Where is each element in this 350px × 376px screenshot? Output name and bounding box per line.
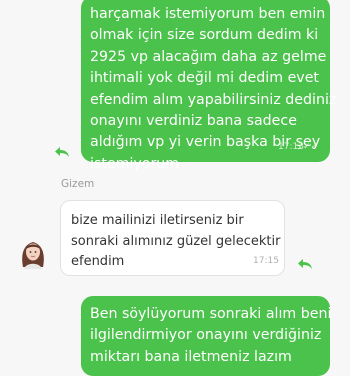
sender-name: Gizem — [61, 178, 95, 190]
double-check-icon: ✓✓ — [303, 142, 319, 152]
agent-avatar — [18, 237, 48, 269]
message-timestamp: 17:13 — [278, 142, 304, 152]
reply-arrow-svg — [298, 259, 312, 269]
reply-arrow-icon[interactable] — [55, 146, 69, 161]
message-text: bize mailinizi iletirseniz bir sonraki a… — [71, 213, 281, 269]
message-timestamp: 17:15 — [253, 256, 279, 266]
incoming-message-bubble: bize mailinizi iletirseniz bir sonraki a… — [60, 200, 285, 276]
outgoing-message-bubble: Ben söylüyorum sonraki alım beni ilgilen… — [81, 296, 332, 376]
outgoing-message-bubble: harçamak istemiyorum ben emin olmak için… — [81, 0, 336, 172]
reply-arrow-svg — [55, 147, 69, 157]
reply-arrow-icon[interactable] — [298, 258, 312, 273]
message-text: Ben söylüyorum sonraki alım beni ilgilen… — [90, 306, 332, 365]
avatar-illustration — [22, 242, 44, 269]
